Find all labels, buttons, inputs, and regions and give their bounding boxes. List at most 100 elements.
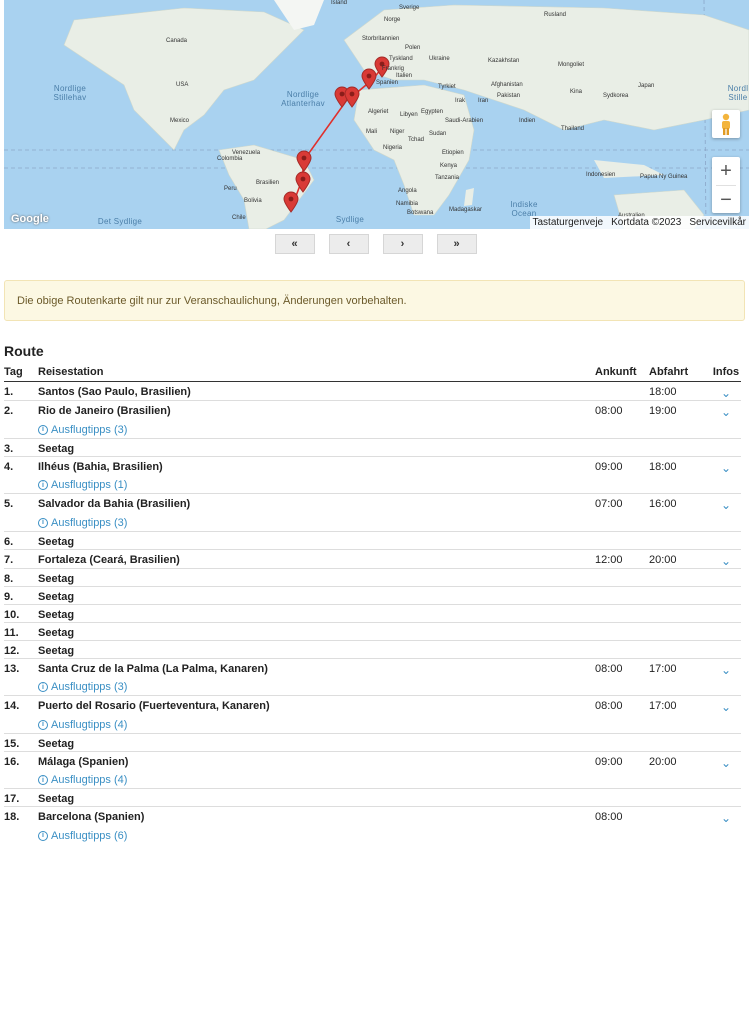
tips-cell: i Ausflugtipps (3) — [38, 512, 741, 531]
chevron-down-icon[interactable]: ⌄ — [721, 386, 731, 400]
chevron-down-icon[interactable]: ⌄ — [721, 756, 731, 770]
map-marker[interactable] — [295, 171, 311, 193]
map-label: Kenya — [440, 163, 458, 169]
info-cell: ⌄ — [711, 548, 741, 568]
info-cell — [711, 603, 741, 622]
station-name: Seetag — [38, 639, 595, 658]
table-row[interactable]: 13. Santa Cruz de la Palma (La Palma, Kan… — [4, 657, 741, 677]
tips-spacer — [4, 714, 38, 733]
map-label: Saudi-Arabien — [445, 118, 484, 124]
map-label: Polen — [405, 45, 421, 51]
station-name: Fortaleza (Ceará, Brasilien) — [38, 548, 595, 568]
table-row[interactable]: 1. Santos (Sao Paulo, Brasilien) 18:00 ⌄ — [4, 382, 741, 401]
info-cell — [711, 567, 741, 586]
street-view-pegman[interactable] — [712, 110, 740, 138]
departure-time — [649, 567, 711, 586]
arrival-time: 07:00 — [595, 493, 649, 512]
tips-spacer — [4, 419, 38, 438]
map-label: Storbritannien — [362, 36, 400, 42]
info-cell — [711, 437, 741, 456]
map-label: Pakistan — [497, 93, 521, 99]
table-row[interactable]: 4. Ilhéus (Bahia, Brasilien) 09:00 18:00 ⌄ — [4, 455, 741, 475]
pegman-icon — [722, 113, 730, 135]
route-table-body: 1. Santos (Sao Paulo, Brasilien) 18:00 ⌄ 2. R… — [4, 382, 741, 845]
departure-time — [649, 806, 711, 825]
excursion-tips-label: Ausflugtipps (4) — [51, 718, 128, 731]
departure-time — [649, 603, 711, 622]
map-data-label: Kortdata ©2023 — [611, 217, 682, 228]
chevron-down-icon[interactable]: ⌄ — [721, 700, 731, 714]
excursion-tips-link[interactable]: i Ausflugtipps (3) — [38, 424, 127, 436]
map-label: Thailand — [561, 126, 585, 132]
map-label: Japan — [638, 83, 655, 89]
map-label: Rusland — [544, 12, 567, 18]
info-cell — [711, 732, 741, 751]
table-row: 8. Seetag — [4, 567, 741, 586]
table-row[interactable]: 18. Barcelona (Spanien) 08:00 ⌄ — [4, 806, 741, 825]
table-row[interactable]: 16. Málaga (Spanien) 09:00 20:00 ⌄ — [4, 750, 741, 770]
departure-time — [649, 621, 711, 640]
map-label: Spanien — [376, 80, 399, 86]
excursion-tips-link[interactable]: i Ausflugtipps (3) — [38, 681, 127, 693]
map-label: Afghanistan — [491, 82, 523, 88]
table-row: 10. Seetag — [4, 603, 741, 622]
pager-first-button[interactable]: « — [274, 234, 315, 254]
arrival-time: 08:00 — [595, 657, 649, 677]
info-cell: ⌄ — [711, 806, 741, 825]
excursion-tips-link[interactable]: i Ausflugtipps (1) — [38, 479, 127, 491]
map-label: Canada — [166, 38, 188, 44]
tips-row: i Ausflugtipps (3) — [4, 677, 741, 696]
map-label: Irak — [455, 98, 466, 104]
map-label: Indien — [519, 118, 536, 124]
map-label: Indonesien — [586, 172, 616, 178]
map-label: Frankrig — [382, 66, 405, 72]
station-name: Barcelona (Spanien) — [38, 806, 595, 825]
chevron-down-icon[interactable]: ⌄ — [721, 461, 731, 475]
day-number: 17. — [4, 788, 38, 807]
excursion-tips-link[interactable]: i Ausflugtipps (6) — [38, 830, 127, 842]
arrival-time — [595, 567, 649, 586]
chevron-down-icon[interactable]: ⌄ — [721, 554, 731, 568]
info-icon: i — [38, 775, 48, 785]
arrival-time — [595, 732, 649, 751]
excursion-tips-link[interactable]: i Ausflugtipps (3) — [38, 517, 127, 529]
info-icon: i — [38, 424, 48, 435]
station-name: Santa Cruz de la Palma (La Palma, Kanare… — [38, 657, 595, 677]
table-row[interactable]: 2. Rio de Janeiro (Brasilien) 08:00 19:00 ⌄ — [4, 400, 741, 419]
chevron-down-icon[interactable]: ⌄ — [721, 405, 731, 419]
pager-next-button[interactable]: › — [382, 234, 423, 254]
zoom-out-button[interactable]: − — [712, 186, 740, 214]
keyboard-shortcuts-link[interactable]: Tastaturgenveje — [533, 217, 604, 228]
info-cell — [711, 585, 741, 604]
map-marker[interactable] — [283, 191, 299, 213]
terms-link[interactable]: Servicevilkår — [689, 217, 746, 228]
chevron-down-icon[interactable]: ⌄ — [721, 663, 731, 677]
table-row[interactable]: 14. Puerto del Rosario (Fuerteventura, Ka… — [4, 695, 741, 714]
excursion-tips-link[interactable]: i Ausflugtipps (4) — [38, 719, 127, 731]
map-label: Mali — [366, 129, 378, 135]
ocean-label: Nordlige Atlanterhav — [281, 90, 325, 108]
chevron-down-icon[interactable]: ⌄ — [721, 811, 731, 825]
route-map[interactable]: Island Norge Sverige Rusland Storbritann… — [4, 0, 749, 229]
map-label: Botswana — [407, 210, 434, 216]
excursion-tips-link[interactable]: i Ausflugtipps (4) — [38, 774, 127, 786]
table-row[interactable]: 5. Salvador da Bahia (Brasilien) 07:00 16:0… — [4, 493, 741, 512]
day-number: 16. — [4, 750, 38, 770]
map-pager: « ‹ › » — [0, 234, 751, 254]
tips-row: i Ausflugtipps (4) — [4, 770, 741, 789]
chevron-down-icon[interactable]: ⌄ — [721, 498, 731, 512]
station-name: Seetag — [38, 788, 595, 807]
map-label: Nigeria — [383, 145, 403, 151]
pager-last-button[interactable]: » — [436, 234, 477, 254]
zoom-in-button[interactable]: + — [712, 157, 740, 185]
table-row[interactable]: 7. Fortaleza (Ceará, Brasilien) 12:00 20:00… — [4, 548, 741, 568]
station-name: Seetag — [38, 603, 595, 622]
departure-time: 20:00 — [649, 750, 711, 770]
map-marker[interactable] — [344, 86, 360, 108]
departure-time: 19:00 — [649, 400, 711, 419]
map-label: Tanzania — [435, 175, 460, 181]
table-row: 9. Seetag — [4, 585, 741, 604]
map-marker[interactable] — [296, 150, 312, 172]
tips-cell: i Ausflugtipps (3) — [38, 677, 741, 696]
pager-prev-button[interactable]: ‹ — [328, 234, 369, 254]
